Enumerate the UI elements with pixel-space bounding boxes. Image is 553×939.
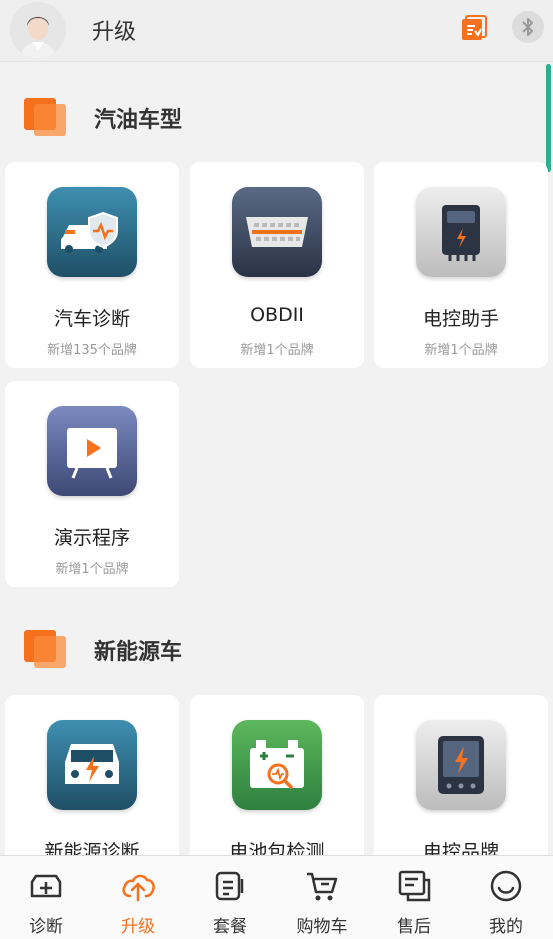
card-subtitle: 新增1个品牌: [240, 343, 314, 358]
nav-after-sales[interactable]: 售后: [368, 856, 460, 939]
diagnose-icon: [28, 868, 64, 904]
section-title: 新能源车: [94, 640, 183, 665]
nav-label: 升级: [121, 917, 155, 937]
bluetooth-icon[interactable]: [512, 11, 544, 43]
bottom-nav: 诊断 升级 套餐 购物车 售后 我的: [0, 855, 553, 939]
nav-cart[interactable]: 购物车: [276, 856, 368, 939]
card-ecu-assistant[interactable]: 电控助手 新增1个品牌: [374, 162, 548, 368]
nav-label: 诊断: [29, 917, 63, 937]
card-car-diagnosis[interactable]: 汽车诊断 新增135个品牌: [5, 162, 179, 368]
nav-label: 套餐: [213, 917, 247, 937]
card-name: OBDII: [250, 304, 304, 326]
card-name: 演示程序: [53, 527, 130, 549]
card-subtitle: 新增1个品牌: [55, 562, 129, 577]
section-header-gasoline: 汽油车型: [24, 98, 224, 138]
cart-icon: [304, 868, 340, 904]
nav-diagnose[interactable]: 诊断: [0, 856, 92, 939]
page-title: 升级: [92, 20, 137, 45]
profile-icon: [488, 868, 524, 904]
car-shield-icon: [47, 187, 137, 277]
scroll-indicator[interactable]: [546, 64, 551, 172]
package-icon: [212, 868, 248, 904]
section-title: 汽油车型: [94, 108, 183, 133]
card-name: 电控助手: [422, 308, 499, 330]
section-header-new-energy: 新能源车: [24, 630, 224, 670]
section-icon: [24, 98, 68, 136]
card-subtitle: 新增135个品牌: [47, 343, 137, 358]
card-name: 汽车诊断: [53, 308, 130, 330]
ecu-brand-icon: [416, 720, 506, 810]
nav-label: 购物车: [296, 917, 348, 937]
battery-check-icon: [232, 720, 322, 810]
document-sync-icon[interactable]: [460, 14, 488, 42]
ecu-device-icon: [416, 187, 506, 277]
card-subtitle: 新增1个品牌: [424, 343, 498, 358]
nav-profile[interactable]: 我的: [460, 856, 552, 939]
play-demo-icon: [47, 406, 137, 496]
top-bar: 升级: [0, 0, 553, 62]
avatar[interactable]: [10, 2, 66, 58]
section-icon: [24, 630, 68, 668]
obd-connector-icon: [232, 187, 322, 277]
card-demo-program[interactable]: 演示程序 新增1个品牌: [5, 381, 179, 587]
cloud-upload-icon: [120, 868, 156, 904]
nav-label: 售后: [397, 917, 431, 937]
nav-upgrade[interactable]: 升级: [92, 856, 184, 939]
nav-package[interactable]: 套餐: [184, 856, 276, 939]
card-obdii[interactable]: OBDII 新增1个品牌: [190, 162, 364, 368]
nav-label: 我的: [489, 917, 523, 937]
after-sales-icon: [396, 868, 432, 904]
ev-car-icon: [47, 720, 137, 810]
